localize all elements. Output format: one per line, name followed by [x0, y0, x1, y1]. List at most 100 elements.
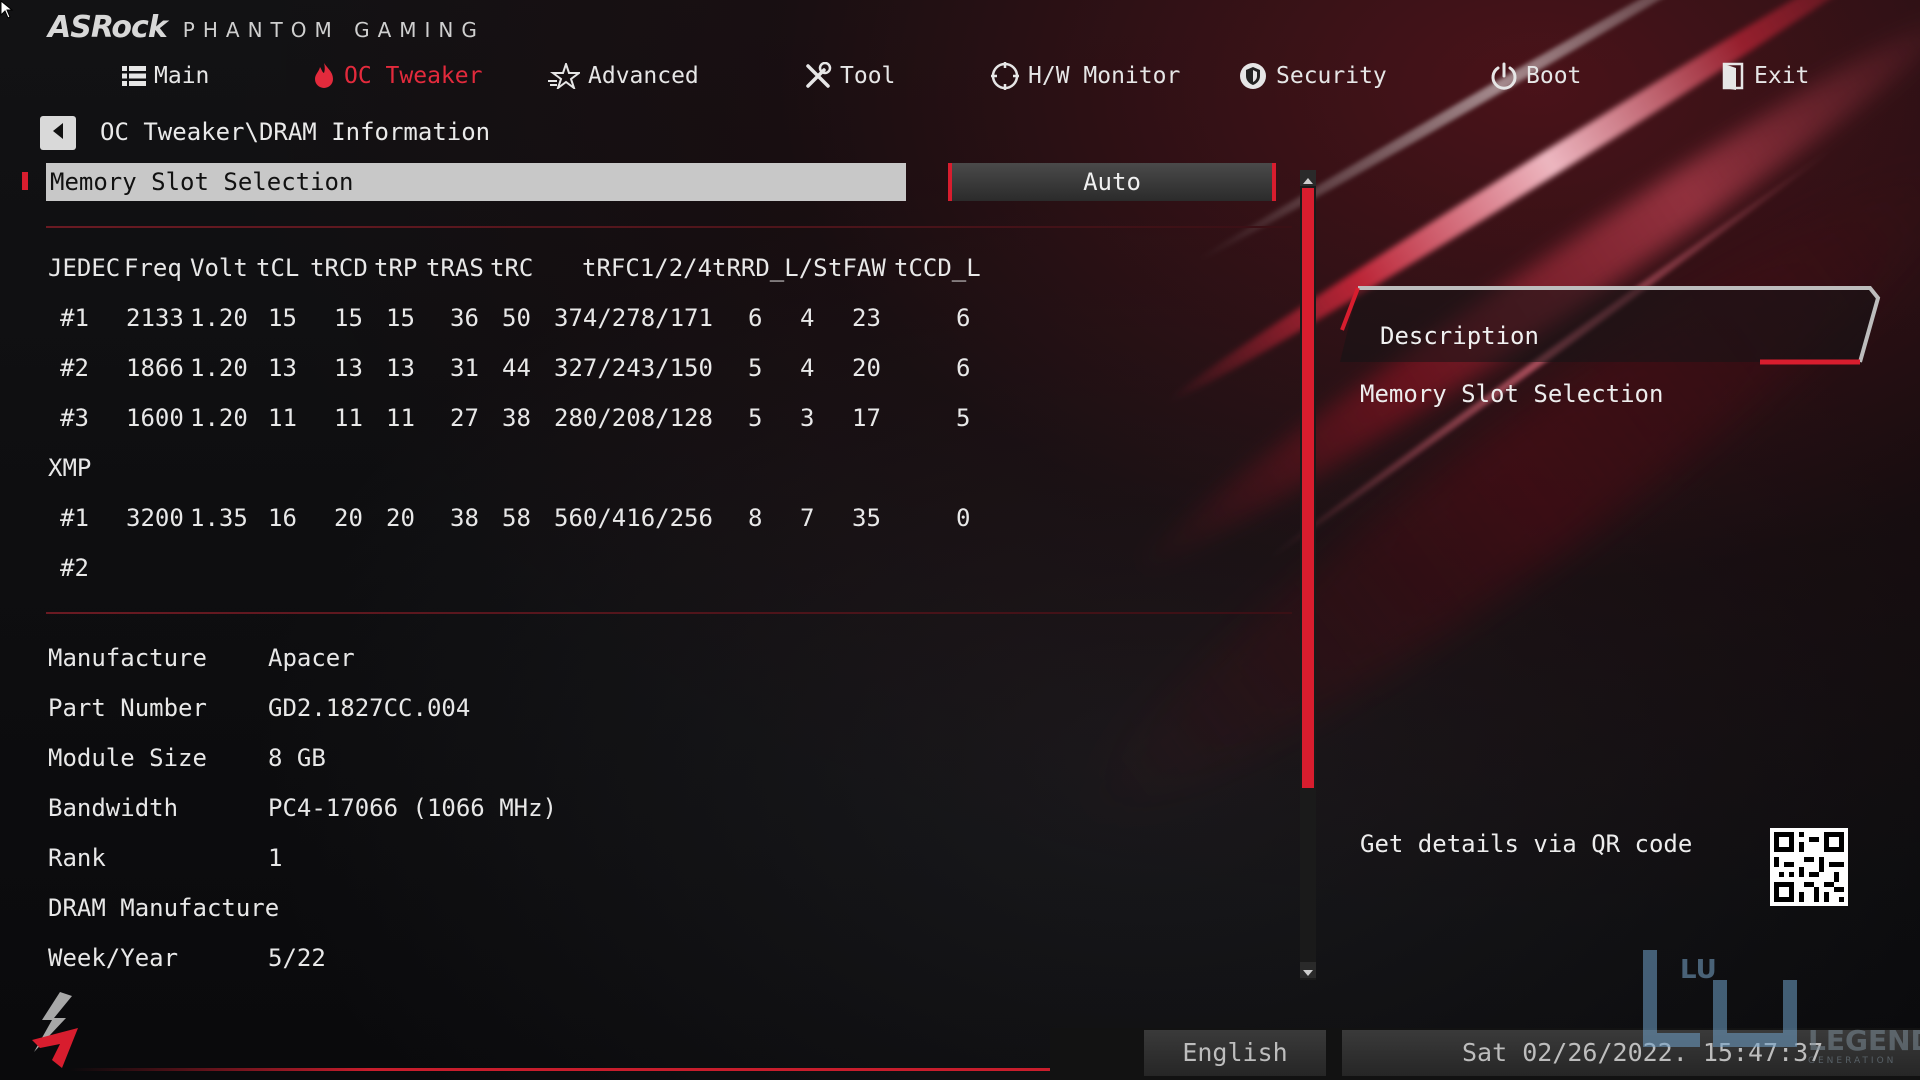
table-cell: 17	[852, 404, 881, 432]
tab-oc-tweaker[interactable]: OC Tweaker	[312, 56, 482, 96]
table-cell: 6	[748, 304, 763, 332]
arrow-down-icon	[1303, 961, 1313, 980]
tab-tool[interactable]: Tool	[804, 56, 895, 96]
description-text: Memory Slot Selection	[1360, 380, 1664, 408]
info-key: Rank	[48, 844, 106, 872]
scroll-down-button[interactable]	[1300, 962, 1316, 978]
monitor-gauge-icon	[990, 61, 1020, 91]
brand-name: ASRock	[48, 10, 168, 45]
watermark-tagline: GENERATION	[1808, 1056, 1897, 1066]
table-cell: 23	[852, 304, 881, 332]
watermark-mark: LU	[1680, 955, 1717, 985]
table-cell: 15	[386, 304, 415, 332]
table-cell: 13	[268, 354, 297, 382]
table-cell: #1	[60, 304, 89, 332]
table-cell: 1.20	[190, 404, 248, 432]
arrow-up-icon	[1303, 169, 1313, 188]
flame-icon	[312, 62, 336, 90]
tab-security[interactable]: Security	[1238, 56, 1387, 96]
back-button[interactable]	[40, 116, 76, 150]
info-value: Apacer	[268, 644, 355, 672]
table-header-cell: tCL	[256, 254, 300, 282]
table-header-cell: tRRD_L/S	[712, 254, 828, 282]
info-key: Week/Year	[48, 944, 179, 972]
table-header-cell: JEDEC	[48, 254, 121, 282]
table-cell: 560/416/256	[554, 504, 713, 532]
tab-label: Advanced	[588, 63, 699, 89]
table-cell: 1866	[126, 354, 184, 382]
tab-advanced[interactable]: Advanced	[548, 56, 699, 96]
table-cell: 13	[386, 354, 415, 382]
table-cell: 11	[334, 404, 363, 432]
tab-exit[interactable]: Exit	[1722, 56, 1809, 96]
table-cell: 38	[450, 504, 479, 532]
table-header-cell: Volt	[190, 254, 248, 282]
table-header-cell: tRCD	[310, 254, 368, 282]
table-header-cell: tFAW	[828, 254, 886, 282]
table-cell: #3	[60, 404, 89, 432]
tab-label: Boot	[1526, 63, 1582, 89]
table-cell: 327/243/150	[554, 354, 713, 382]
qr-prompt: Get details via QR code	[1360, 830, 1693, 858]
table-cell: 38	[502, 404, 531, 432]
divider	[46, 612, 1292, 614]
tab-label: H/W Monitor	[1028, 63, 1181, 89]
table-cell: 36	[450, 304, 479, 332]
xmp-label: XMP	[48, 454, 92, 482]
table-header-cell: tRFC1/2/4	[582, 254, 713, 282]
scrollbar-thumb[interactable]	[1302, 188, 1314, 788]
info-value: 5/22	[268, 944, 326, 972]
table-cell: 1600	[126, 404, 184, 432]
bottom-accent-line	[68, 1068, 1072, 1071]
table-cell: #1	[60, 504, 89, 532]
table-cell: 8	[748, 504, 763, 532]
table-cell: 5	[956, 404, 971, 432]
tools-icon	[804, 62, 832, 90]
tab-hw-monitor[interactable]: H/W Monitor	[990, 56, 1180, 96]
tab-boot[interactable]: Boot	[1490, 56, 1581, 96]
table-cell: 11	[386, 404, 415, 432]
memory-slot-selection-value[interactable]: Auto	[948, 163, 1276, 201]
table-cell: 35	[852, 504, 881, 532]
breadcrumb: OC Tweaker\DRAM Information	[100, 118, 491, 146]
phantom-gaming-logo	[22, 990, 92, 1074]
table-cell: 20	[386, 504, 415, 532]
info-value: PC4-17066 (1066 MHz)	[268, 794, 557, 822]
list-icon	[122, 65, 146, 87]
table-cell: 31	[450, 354, 479, 382]
table-cell: 5	[748, 404, 763, 432]
memory-slot-selection-row[interactable]: Memory Slot Selection	[46, 163, 906, 201]
table-cell: 1.35	[190, 504, 248, 532]
table-cell: 2133	[126, 304, 184, 332]
table-cell: 1.20	[190, 304, 248, 332]
info-key: Manufacture	[48, 644, 207, 672]
table-cell: 5	[748, 354, 763, 382]
tab-main[interactable]: Main	[122, 56, 209, 96]
table-header-cell: tRC	[490, 254, 534, 282]
divider	[46, 226, 1292, 228]
asrock-logo: ASRock PHANTOM GAMING	[48, 10, 485, 45]
table-cell: 374/278/171	[554, 304, 713, 332]
info-value: 8 GB	[268, 744, 326, 772]
table-cell: 6	[956, 304, 971, 332]
tab-label: Tool	[840, 63, 896, 89]
language-selector[interactable]: English	[1144, 1030, 1326, 1076]
table-cell: #2	[60, 354, 89, 382]
table-cell: 280/208/128	[554, 404, 713, 432]
table-cell: 11	[268, 404, 297, 432]
selection-marker	[22, 172, 28, 190]
info-key: Bandwidth	[48, 794, 179, 822]
table-cell: 20	[334, 504, 363, 532]
table-cell: 58	[502, 504, 531, 532]
table-cell: 20	[852, 354, 881, 382]
table-cell: 3	[800, 404, 815, 432]
watermark-text: LEGEND	[1808, 1024, 1920, 1057]
watermark-logo: LU	[1643, 950, 1797, 1047]
table-cell: 15	[268, 304, 297, 332]
table-cell: 0	[956, 504, 971, 532]
tab-label: Main	[154, 63, 210, 89]
table-cell: 4	[800, 304, 815, 332]
info-value: 1	[268, 844, 283, 872]
shield-icon	[1238, 61, 1268, 91]
scroll-up-button[interactable]	[1300, 170, 1316, 186]
